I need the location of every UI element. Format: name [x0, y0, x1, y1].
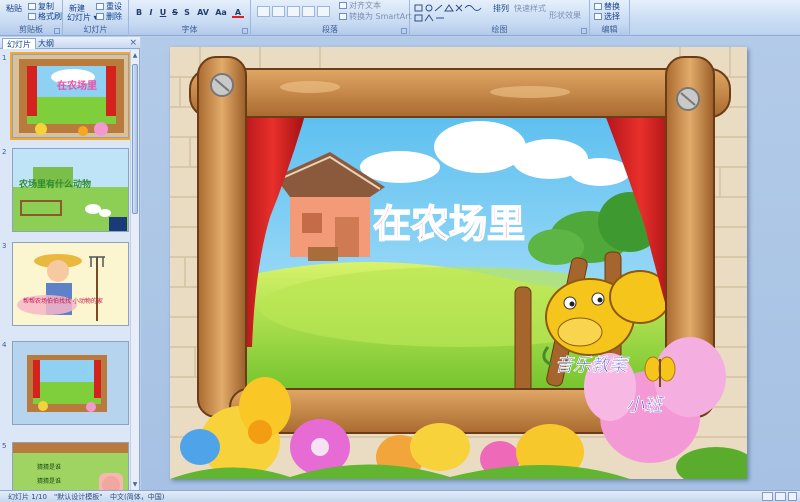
- slide-5-text: 猜猜是谁: [37, 463, 61, 471]
- slide-number: 1: [2, 54, 7, 62]
- close-icon[interactable]: ×: [129, 38, 137, 48]
- slide-sorter-view-icon[interactable]: [775, 492, 786, 501]
- new-slide-button[interactable]: 新建: [69, 4, 85, 13]
- arrange-button[interactable]: 排列: [493, 4, 509, 13]
- slide-2-title: 农场里有什么动物: [18, 178, 91, 190]
- align-text-button[interactable]: 对齐文本: [339, 1, 381, 10]
- select-icon: [594, 13, 602, 20]
- italic-button[interactable]: I: [145, 7, 157, 18]
- new-slide-label: 幻灯片 ▾: [67, 13, 98, 22]
- slide-thumbnail-5[interactable]: 猜猜是谁 猜猜是谁: [12, 442, 129, 490]
- font-group: B I U S S AV Aa A 字体: [129, 0, 251, 36]
- quick-styles-button[interactable]: 快速样式: [514, 4, 546, 13]
- slide-3-text: 帮帮农场伯伯找找 小动物的家: [23, 297, 103, 305]
- bold-button[interactable]: B: [133, 7, 145, 18]
- slide-thumbnail-1[interactable]: 在农场里: [10, 52, 130, 140]
- slide-number: 2: [2, 148, 7, 156]
- language[interactable]: 中文(简体，中国): [110, 492, 164, 502]
- drawing-launcher-icon[interactable]: [581, 28, 587, 34]
- shape-effects-button[interactable]: 形状效果: [549, 11, 581, 20]
- slide-title[interactable]: 在农场里: [372, 201, 526, 247]
- status-bar: 幻灯片 1/10 "默认设计模板" 中文(简体，中国): [0, 490, 800, 502]
- delete-slide-button[interactable]: 删除: [96, 12, 122, 21]
- reset-button[interactable]: 重设: [96, 2, 122, 11]
- editing-group: 替换 选择 编辑: [590, 0, 630, 36]
- change-case-button[interactable]: Aa: [213, 7, 229, 18]
- tab-slides[interactable]: 幻灯片: [2, 38, 36, 49]
- slides-group: 新建 幻灯片 ▾ 重设 删除 幻灯片: [63, 0, 129, 36]
- clipboard-launcher-icon[interactable]: [54, 28, 60, 34]
- strikethrough-button[interactable]: S: [169, 7, 181, 18]
- slide-4-preview: [13, 342, 128, 424]
- align-text-icon: [339, 2, 347, 9]
- slide-2-preview: 农场里有什么动物: [13, 149, 128, 231]
- format-painter-button[interactable]: 格式刷: [28, 12, 62, 21]
- align-center-button[interactable]: [272, 6, 285, 17]
- slide-canvas: 在农场里 音乐教案 小班: [170, 47, 747, 479]
- slide-number: 5: [2, 442, 7, 450]
- delete-icon: [96, 13, 104, 20]
- slide-subtitle-2[interactable]: 小班: [626, 395, 666, 417]
- slide-position: 幻灯片 1/10: [8, 493, 47, 501]
- ribbon: 粘贴 复制 格式刷 剪贴板 新建 幻灯片 ▾ 重设 删除 幻灯片 B I U S…: [0, 0, 800, 36]
- distribute-button[interactable]: [317, 6, 330, 17]
- slide-1-preview: 在农场里: [13, 55, 128, 137]
- clipboard-group-label: 剪贴板: [0, 24, 62, 35]
- align-right-button[interactable]: [287, 6, 300, 17]
- slide-number: 4: [2, 341, 7, 349]
- paste-button[interactable]: 粘贴: [6, 4, 22, 13]
- pane-scrollbar[interactable]: ▲ ▼: [130, 50, 139, 490]
- slide-thumbnail-3[interactable]: 帮帮农场伯伯找找 小动物的家: [12, 242, 129, 326]
- smartart-icon: [339, 13, 347, 20]
- slideshow-view-icon[interactable]: [788, 492, 797, 501]
- paragraph-launcher-icon[interactable]: [401, 28, 407, 34]
- slide-thumbnail-2[interactable]: 农场里有什么动物: [12, 148, 129, 232]
- font-group-label: 字体: [129, 24, 250, 35]
- slide-editing-area: 在农场里 音乐教案 小班: [141, 37, 800, 490]
- replace-button[interactable]: 替换: [594, 2, 620, 11]
- pane-tabs: 幻灯片 大纲 ×: [0, 37, 140, 49]
- replace-icon: [594, 3, 602, 10]
- tab-outline[interactable]: 大纲: [34, 38, 58, 49]
- align-left-button[interactable]: [257, 6, 270, 17]
- pane-scroll-thumb[interactable]: [132, 64, 138, 214]
- slide-number: 3: [2, 242, 7, 250]
- slide-5-text-2: 猜猜是谁: [37, 477, 61, 485]
- scroll-up-icon[interactable]: ▲: [131, 51, 139, 60]
- slides-pane: 幻灯片 大纲 × 1 在农场里 2 农场里有什么动物 3 帮帮农场伯伯找找 小动…: [0, 37, 140, 490]
- current-slide[interactable]: 在农场里 音乐教案 小班: [170, 47, 747, 479]
- font-color-button[interactable]: A: [232, 7, 244, 18]
- normal-view-icon[interactable]: [762, 492, 773, 501]
- clipboard-group: 粘贴 复制 格式刷 剪贴板: [0, 0, 63, 36]
- convert-smartart-button[interactable]: 转换为 SmartArt: [339, 12, 412, 21]
- paragraph-group: 对齐文本 转换为 SmartArt 段落: [251, 0, 412, 36]
- theme-name: "默认设计模板": [54, 493, 103, 501]
- slide-subtitle[interactable]: 音乐教案: [555, 355, 631, 377]
- slides-group-label: 幻灯片: [63, 24, 128, 35]
- slide-thumbnail-4[interactable]: [12, 341, 129, 425]
- reset-icon: [96, 3, 104, 10]
- drawing-group: 排列 快速样式 形状效果 绘图: [410, 0, 590, 36]
- copy-button[interactable]: 复制: [28, 2, 54, 11]
- slide-thumbnail-list: 1 在农场里 2 农场里有什么动物 3 帮帮农场伯伯找找 小动物的家 4 5 猜…: [0, 50, 130, 490]
- editing-group-label: 编辑: [590, 24, 629, 35]
- copy-icon: [28, 3, 36, 10]
- underline-button[interactable]: U: [157, 7, 169, 18]
- shapes-gallery-icon[interactable]: [414, 3, 490, 23]
- justify-button[interactable]: [302, 6, 315, 17]
- slide-3-preview: 帮帮农场伯伯找找 小动物的家: [13, 243, 128, 325]
- drawing-group-label: 绘图: [410, 24, 589, 35]
- select-button[interactable]: 选择: [594, 12, 620, 21]
- slide-1-thumb-title: 在农场里: [57, 79, 97, 92]
- paragraph-group-label: 段落: [251, 24, 409, 35]
- font-launcher-icon[interactable]: [242, 28, 248, 34]
- format-painter-icon: [28, 13, 36, 20]
- slide-5-preview: 猜猜是谁 猜猜是谁: [13, 443, 128, 490]
- scroll-down-icon[interactable]: ▼: [131, 480, 139, 489]
- shadow-button[interactable]: S: [181, 7, 193, 18]
- char-spacing-button[interactable]: AV: [195, 7, 211, 18]
